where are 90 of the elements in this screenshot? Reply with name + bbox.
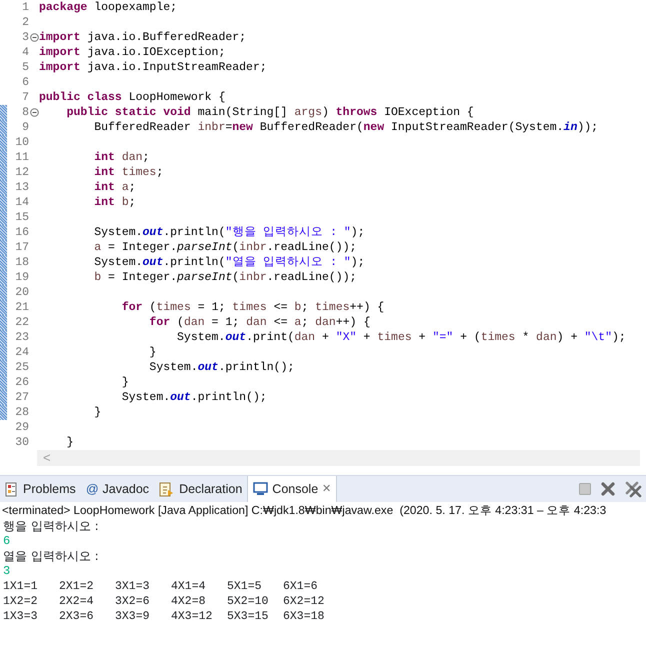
- console-output-text: 4X2=8: [171, 594, 207, 609]
- panel-tab[interactable]: Problems: [0, 476, 81, 502]
- console-output-text: 3X1=3: [115, 579, 151, 594]
- line-number: 21: [14, 300, 29, 315]
- code-line: import java.io.BufferedReader;: [39, 30, 246, 45]
- line-number: 9: [21, 120, 29, 135]
- panel-tab[interactable]: @ Javadoc: [80, 476, 154, 502]
- collapse-icon[interactable]: [30, 33, 38, 42]
- line-number: 6: [21, 75, 29, 90]
- code-line: int a;: [93, 180, 136, 195]
- console-output-text: 5X3=15: [227, 609, 270, 624]
- line-number: 18: [14, 255, 29, 270]
- line-number: 3: [21, 30, 29, 45]
- console-output-text: 1X2=2: [3, 594, 39, 609]
- code-line: }: [120, 375, 129, 390]
- monitor-icon: [253, 482, 268, 496]
- console-input-text: 6: [2, 534, 12, 549]
- line-number: 14: [14, 195, 29, 210]
- console-output-text: 2X1=2: [59, 579, 95, 594]
- code-line: System.out.println("행을 입력하시오 : ");: [93, 225, 365, 240]
- console-output-text: 5X2=10: [227, 594, 270, 609]
- console-output-text: 6X2=12: [283, 594, 326, 609]
- line-number: 16: [14, 225, 29, 240]
- line-number: 8: [21, 105, 29, 120]
- code-line: int times;: [93, 165, 164, 180]
- code-line: System.out.println();: [120, 390, 267, 405]
- code-line: for (times = 1; times <= b; times++) {: [120, 300, 384, 315]
- code-line: System.out.println("열을 입력하시오 : ");: [93, 255, 365, 270]
- console-output-text: 5X1=5: [227, 579, 263, 594]
- line-number: 2: [21, 15, 29, 30]
- code-line: }: [148, 345, 156, 360]
- console-output-text: 3X3=9: [115, 609, 151, 624]
- line-number: 7: [21, 90, 29, 105]
- code-line: BufferedReader inbr=new BufferedReader(new InputStreamReader(System.in));: [93, 120, 598, 135]
- line-number: 29: [14, 420, 29, 435]
- collapse-icon[interactable]: [30, 108, 38, 117]
- close-icon[interactable]: ✕: [322, 480, 332, 498]
- line-number: 4: [21, 45, 29, 60]
- console-output-text: 1X3=3: [3, 609, 39, 624]
- console-output-text: 6X3=18: [283, 609, 326, 624]
- code-line: System.out.print(dan + "X" + times + "=" + (times * dan) + "\t");: [176, 330, 626, 345]
- line-number: 25: [14, 360, 29, 375]
- line-number: 15: [14, 210, 29, 225]
- document-icon: [159, 482, 176, 496]
- code-line: for (dan = 1; dan <= a; dan++) {: [148, 315, 370, 330]
- line-number: 13: [14, 180, 29, 195]
- line-number: 27: [14, 390, 29, 405]
- line-number: 5: [21, 60, 29, 75]
- line-number: 24: [14, 345, 29, 360]
- console-output-text: 6X1=6: [283, 579, 319, 594]
- console-output-text: 2X3=6: [59, 609, 95, 624]
- code-line: a = Integer.parseInt(inbr.readLine());: [93, 240, 356, 255]
- line-number: 10: [14, 135, 29, 150]
- code-line: public class LoopHomework {: [39, 90, 226, 105]
- console-output-text: 행을 입력하시오 :: [2, 519, 100, 534]
- console-output-text: 4X1=4: [171, 579, 207, 594]
- code-line: b = Integer.parseInt(inbr.readLine());: [93, 270, 356, 285]
- remove-icon[interactable]: [600, 481, 616, 497]
- line-number: 23: [14, 330, 29, 345]
- code-line: int dan;: [93, 150, 150, 165]
- clipboard-icon: [5, 482, 19, 496]
- line-number: 1: [21, 0, 29, 15]
- code-line: public static void main(String[] args) throws IOException {: [66, 105, 474, 120]
- line-number: 20: [14, 285, 29, 300]
- console-status-text: <terminated> LoopHomework [Java Application] C:₩jdk1.8₩bin₩javaw.exe (2020. 5. 17. 오후 4:23:31 – 오후 4:23:3: [1, 503, 608, 519]
- console-output-text: 1X1=1: [3, 579, 39, 594]
- code-line: import java.io.InputStreamReader;: [39, 60, 267, 75]
- console-output-text: 3X2=6: [115, 594, 151, 609]
- at-sign-icon: @: [86, 480, 98, 498]
- code-line: }: [93, 405, 102, 420]
- code-line: import java.io.IOException;: [39, 45, 226, 60]
- line-number: 17: [14, 240, 29, 255]
- code-line: package loopexample;: [39, 0, 178, 15]
- line-number: 22: [14, 315, 29, 330]
- console-output-text: 2X2=4: [59, 594, 95, 609]
- code-line: int b;: [93, 195, 136, 210]
- console-output-text: 4X3=12: [171, 609, 214, 624]
- line-number: 11: [14, 150, 29, 165]
- console-output-text: 열을 입력하시오 :: [2, 549, 100, 564]
- line-number: 19: [14, 270, 29, 285]
- line-number: 30: [14, 435, 29, 450]
- panel-tab[interactable]: Declaration: [154, 476, 248, 502]
- line-number: 28: [14, 405, 29, 420]
- console-input-text: 3: [2, 564, 12, 579]
- line-number: 26: [14, 375, 29, 390]
- panel-tab[interactable]: Console ✕: [247, 476, 338, 502]
- code-line: System.out.println();: [148, 360, 294, 375]
- remove-all-icon[interactable]: [624, 480, 642, 498]
- line-number: 12: [14, 165, 29, 180]
- code-line: }: [66, 435, 74, 450]
